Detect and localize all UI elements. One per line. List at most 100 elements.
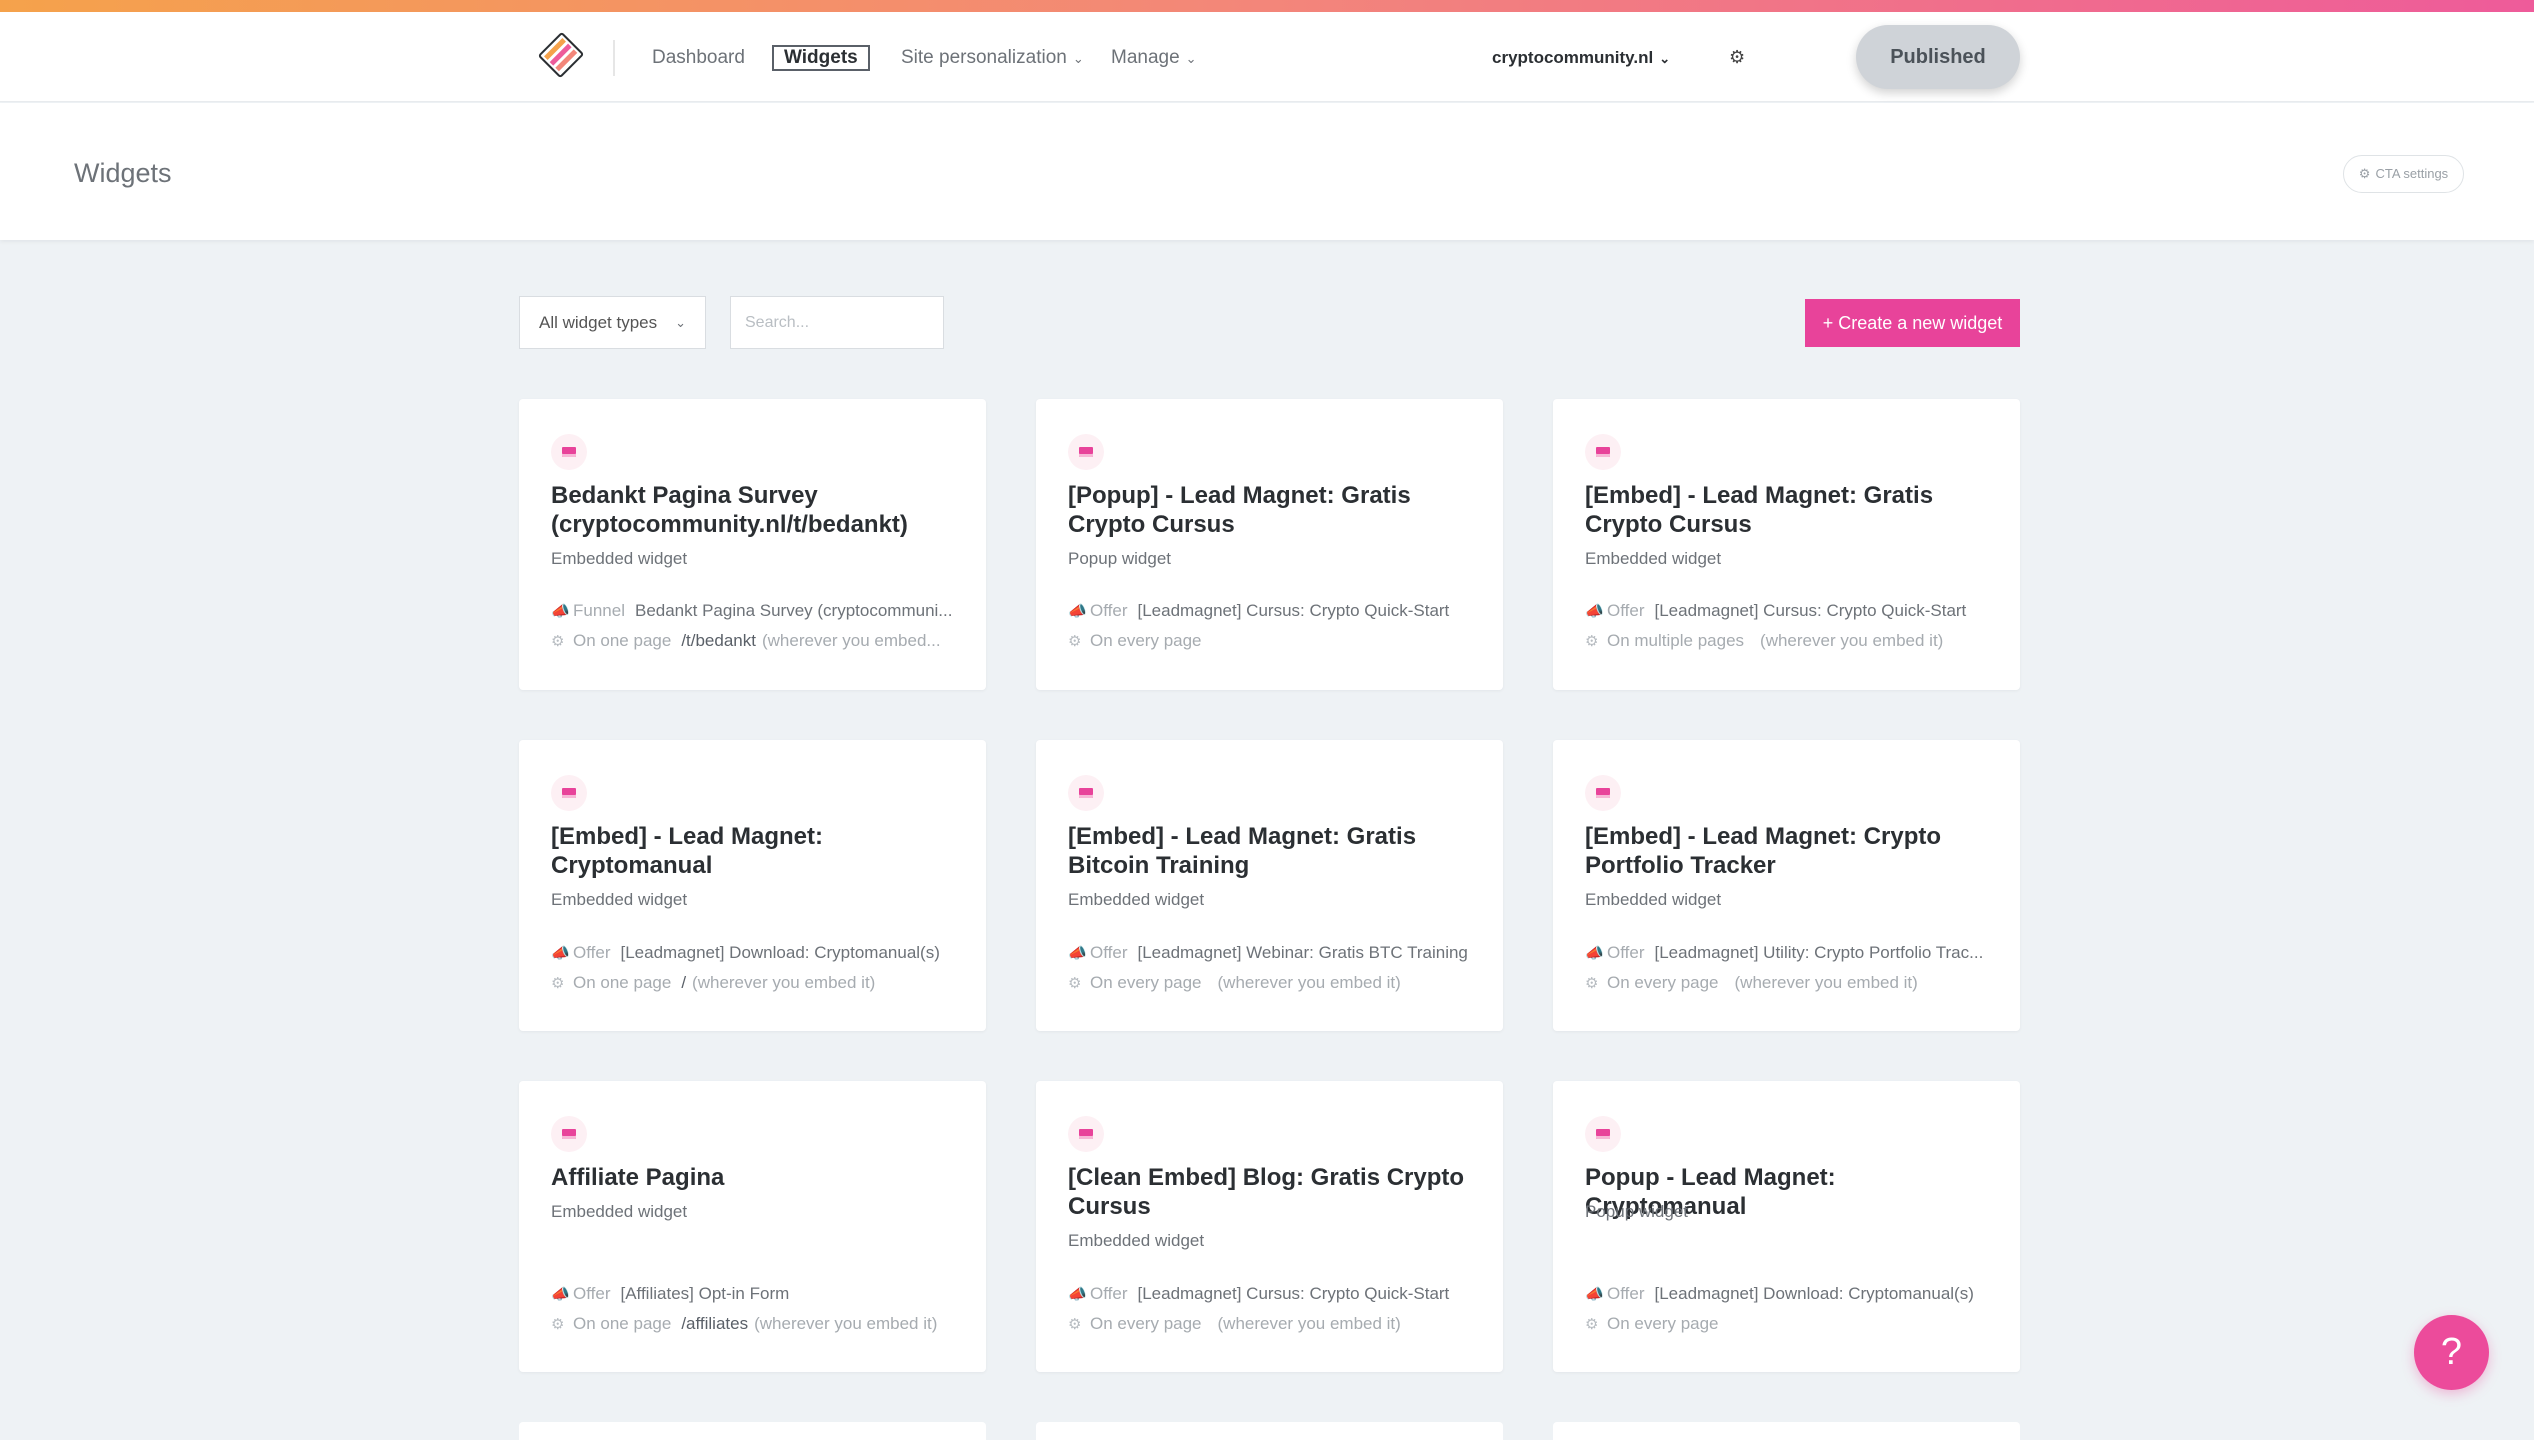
widget-type: Popup widget [1068, 549, 1172, 568]
sitemap-icon: ⚙ [1585, 975, 1599, 992]
widget-offer-row: 📣 Offer [Leadmagnet] Cursus: Crypto Quick-… [1068, 1284, 1478, 1306]
chevron-down-icon: ⌄ [1659, 51, 1671, 66]
widget-icon [1585, 775, 1621, 811]
widget-card[interactable]: [Embed] - Lead Magnet: Gratis Crypto Cur… [1553, 399, 2020, 690]
meta-value: [Leadmagnet] Webinar: Gratis BTC Trainin… [1137, 943, 1468, 962]
meta-value: [Affiliates] Opt-in Form [620, 1284, 790, 1303]
widget-type: Embedded widget [1068, 1231, 1205, 1250]
widget-card[interactable]: Bedankt Pagina Survey (cryptocommunity.n… [519, 399, 986, 690]
nav-dashboard[interactable]: Dashboard [652, 43, 745, 73]
nav-widgets[interactable]: Widgets [772, 45, 870, 71]
nav-site-personalization[interactable]: Site personalization ⌄ [901, 43, 1084, 73]
meta-label: Offer [1090, 1284, 1128, 1303]
megaphone-icon: 📣 [1068, 1286, 1087, 1303]
widget-offer-row: 📣 Offer [Leadmagnet] Cursus: Crypto Quick-… [1585, 601, 1995, 623]
widget-card[interactable] [519, 1422, 986, 1440]
chevron-down-icon: ⌄ [1185, 51, 1197, 66]
meta-label: On one page [573, 631, 672, 650]
widget-card[interactable] [1553, 1422, 2020, 1440]
widget-placement-row: ⚙ On every page (wherever you embed it) [1068, 1314, 1478, 1336]
meta-note: (wherever you embed... [761, 631, 941, 650]
meta-label: Funnel [573, 601, 625, 620]
widget-type: Embedded widget [1585, 890, 1722, 909]
megaphone-icon: 📣 [1068, 603, 1087, 620]
meta-label: On every page [1090, 973, 1202, 992]
widget-placement-row: ⚙ On every page [1068, 631, 1478, 653]
meta-label: Offer [573, 1284, 611, 1303]
meta-value: [Leadmagnet] Download: Cryptomanual(s) [1654, 1284, 1974, 1303]
megaphone-icon: 📣 [1585, 1286, 1604, 1303]
meta-label: On multiple pages [1607, 631, 1745, 650]
meta-label: Offer [573, 943, 611, 962]
widget-type: Embedded widget [551, 890, 688, 909]
widget-card[interactable]: Popup - Lead Magnet: Cryptomanual Popup … [1553, 1081, 2020, 1372]
search-input[interactable] [730, 296, 944, 349]
widget-placement-row: ⚙ On one page / (wherever you embed it) [551, 973, 961, 995]
widget-card[interactable] [1036, 1422, 1503, 1440]
meta-label: On one page [573, 973, 672, 992]
top-accent-bar [0, 0, 2534, 12]
widget-type: Embedded widget [1068, 890, 1205, 909]
top-navbar: Dashboard Widgets Site personalization ⌄ … [0, 12, 2534, 102]
widget-title: [Popup] - Lead Magnet: Gratis Crypto Cur… [1068, 482, 1411, 538]
widget-type: Embedded widget [551, 549, 688, 568]
meta-note: (wherever you embed it) [1734, 973, 1918, 992]
sitemap-icon: ⚙ [1585, 1316, 1599, 1333]
meta-path: / [681, 973, 687, 992]
meta-label: Offer [1607, 1284, 1645, 1303]
megaphone-icon: 📣 [1585, 603, 1604, 620]
widget-title: [Embed] - Lead Magnet: Gratis Crypto Cur… [1585, 482, 1934, 538]
widget-type: Embedded widget [1585, 549, 1722, 568]
widget-card[interactable]: [Embed] - Lead Magnet: Crypto Portfolio … [1553, 740, 2020, 1031]
widget-type: Popup widget [1585, 1202, 1689, 1221]
widget-card[interactable]: [Embed] - Lead Magnet: Cryptomanual Embe… [519, 740, 986, 1031]
site-selector-label: cryptocommunity.nl [1492, 48, 1654, 67]
widget-placement-row: ⚙ On one page/affiliates (wherever you emb… [551, 1314, 961, 1336]
nav-manage[interactable]: Manage ⌄ [1111, 43, 1197, 73]
sitemap-icon: ⚙ [1068, 1316, 1082, 1333]
gear-icon[interactable]: ⚙ [1729, 45, 1749, 69]
help-button[interactable]: ? [2414, 1315, 2489, 1390]
published-button[interactable]: Published [1856, 25, 2020, 89]
widget-title: [Embed] - Lead Magnet: Cryptomanual [551, 823, 824, 879]
widget-card[interactable]: [Clean Embed] Blog: Gratis Crypto Cursus… [1036, 1081, 1503, 1372]
cta-settings-label: CTA settings [2375, 166, 2449, 181]
widget-offer-row: 📣 Offer [Affiliates] Opt-in Form [551, 1284, 961, 1306]
megaphone-icon: 📣 [551, 603, 570, 620]
page-header: Widgets ⚙ CTA settings [0, 103, 2534, 240]
widget-card[interactable]: [Popup] - Lead Magnet: Gratis Crypto Cur… [1036, 399, 1503, 690]
meta-note: (wherever you embed it) [692, 973, 876, 992]
widget-card[interactable]: Affiliate Pagina Embedded widget 📣 Offer [… [519, 1081, 986, 1372]
widget-placement-row: ⚙ On every page [1585, 1314, 1995, 1336]
meta-note: (wherever you embed it) [754, 1314, 938, 1333]
sitemap-icon: ⚙ [551, 633, 565, 650]
megaphone-icon: 📣 [1585, 945, 1604, 962]
widget-card[interactable]: [Embed] - Lead Magnet: Gratis Bitcoin Tr… [1036, 740, 1503, 1031]
meta-value: [Leadmagnet] Cursus: Crypto Quick-Start [1137, 601, 1450, 620]
sitemap-icon: ⚙ [551, 975, 565, 992]
widget-icon [1585, 434, 1621, 470]
create-widget-button[interactable]: + Create a new widget [1805, 299, 2020, 347]
widget-title: Affiliate Pagina [551, 1164, 725, 1191]
sitemap-icon: ⚙ [1585, 633, 1599, 650]
site-selector[interactable]: cryptocommunity.nl ⌄ [1492, 43, 1670, 73]
megaphone-icon: 📣 [551, 1286, 570, 1303]
page-title: Widgets [74, 158, 172, 188]
cta-settings-button[interactable]: ⚙ CTA settings [2343, 155, 2464, 193]
widget-icon [551, 1116, 587, 1152]
widget-type-filter[interactable]: All widget types ⌄ [519, 296, 706, 349]
meta-label: On one page [573, 1314, 672, 1333]
widget-offer-row: 📣 Offer [Leadmagnet] Download: Cryptomanua… [551, 943, 961, 965]
brand-logo[interactable] [536, 30, 586, 80]
nav-manage-label: Manage [1111, 47, 1180, 68]
meta-value: [Leadmagnet] Download: Cryptomanual(s) [620, 943, 940, 962]
meta-label: Offer [1090, 601, 1128, 620]
widget-title: Bedankt Pagina Survey (cryptocommunity.n… [551, 482, 908, 538]
widget-type: Embedded widget [551, 1202, 688, 1221]
meta-value: Bedankt Pagina Survey (cryptocommuni... [634, 601, 953, 620]
chevron-down-icon: ⌄ [675, 315, 686, 330]
widget-icon [1585, 1116, 1621, 1152]
widget-icon [1068, 775, 1104, 811]
meta-note: (wherever you embed it) [1760, 631, 1944, 650]
nav-divider [613, 40, 615, 76]
